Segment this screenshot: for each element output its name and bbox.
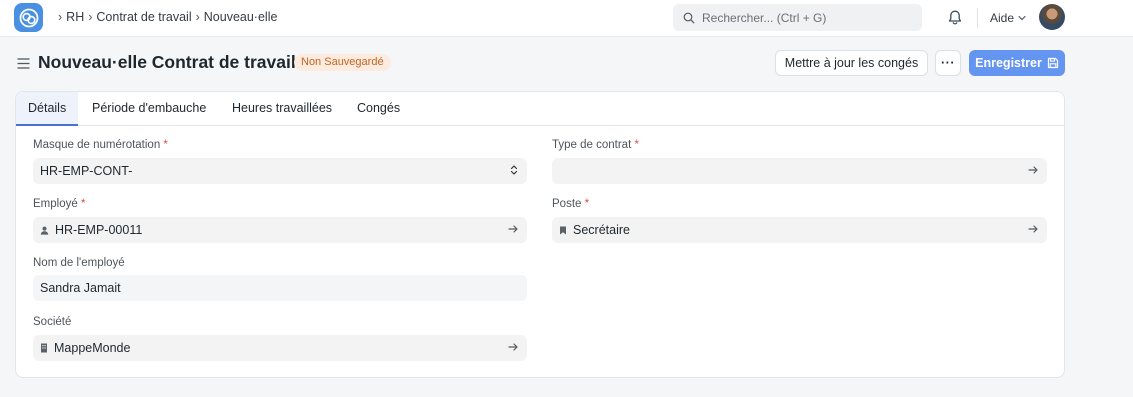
chevron-down-icon <box>1018 15 1026 21</box>
designation-link-field[interactable]: Secrétaire <box>552 217 1047 243</box>
required-marker: * <box>163 139 168 151</box>
naming-series-select[interactable]: HR-EMP-CONT- <box>33 158 527 184</box>
company-label: Société <box>33 316 72 328</box>
arrow-right-icon[interactable] <box>1028 224 1038 234</box>
select-updown-icon <box>510 165 518 175</box>
employee-label-text: Employé <box>33 198 78 210</box>
form-card: Détails Période d'embauche Heures travai… <box>15 91 1065 378</box>
save-button[interactable]: Enregistrer <box>969 50 1065 76</box>
search-input[interactable] <box>702 10 902 25</box>
search-bar[interactable] <box>673 4 922 31</box>
building-icon <box>40 343 48 353</box>
tab-periode-embauche[interactable]: Période d'embauche <box>80 92 218 126</box>
help-label: Aide <box>990 11 1015 25</box>
designation-value: Secrétaire <box>573 223 630 237</box>
navbar-divider <box>977 8 978 28</box>
required-marker: * <box>634 139 639 151</box>
arrow-right-icon[interactable] <box>1028 165 1038 175</box>
company-value: MappeMonde <box>54 341 131 355</box>
bookmark-icon <box>559 226 567 235</box>
designation-label-text: Poste <box>552 198 582 210</box>
naming-series-value: HR-EMP-CONT- <box>40 164 133 178</box>
page-header: Nouveau·elle Contrat de travail Non Sauv… <box>0 44 1133 82</box>
employee-name-label: Nom de l'employé <box>33 257 125 269</box>
notifications-bell-icon[interactable] <box>947 9 963 29</box>
chevron-right-icon: › <box>88 10 93 24</box>
update-leaves-button[interactable]: Mettre à jour les congés <box>775 50 928 76</box>
top-navbar: › RH › Contrat de travail › Nouveau·elle… <box>0 0 1133 37</box>
floppy-disk-icon <box>1047 57 1058 69</box>
user-icon <box>40 226 49 235</box>
sidebar-toggle-icon[interactable] <box>17 57 30 72</box>
status-badge: Non Sauvegardé <box>294 54 391 71</box>
save-button-label: Enregistrer <box>975 56 1042 70</box>
page-title: Nouveau·elle Contrat de travail <box>38 52 296 72</box>
contract-type-label-text: Type de contrat <box>552 139 632 151</box>
employee-label: Employé * <box>33 198 85 210</box>
tab-details[interactable]: Détails <box>16 92 79 126</box>
company-link-field[interactable]: MappeMonde <box>33 335 527 361</box>
naming-series-label-text: Masque de numérotation <box>33 139 161 151</box>
arrow-right-icon[interactable] <box>508 224 518 234</box>
chevron-right-icon: › <box>195 10 200 24</box>
tab-conges[interactable]: Congés <box>345 92 412 126</box>
breadcrumb-current: Nouveau·elle <box>203 10 278 24</box>
contract-type-field[interactable] <box>552 158 1047 184</box>
help-dropdown[interactable]: Aide <box>990 11 1026 25</box>
tab-heures-travaillees[interactable]: Heures travaillées <box>220 92 344 126</box>
arrow-right-icon[interactable] <box>508 342 518 352</box>
app-logo[interactable] <box>14 3 43 32</box>
required-marker: * <box>584 198 590 210</box>
search-icon <box>683 12 695 23</box>
employee-link-field[interactable]: HR-EMP-00011 <box>33 217 527 243</box>
employee-value: HR-EMP-00011 <box>55 223 143 237</box>
breadcrumb-contrat-de-travail[interactable]: Contrat de travail <box>96 10 191 24</box>
logo-icon <box>19 8 38 27</box>
breadcrumb-rh[interactable]: RH <box>66 10 84 24</box>
employee-name-field: Sandra Jamait <box>33 275 527 301</box>
naming-series-label: Masque de numérotation * <box>33 139 168 151</box>
form-tabs: Détails Période d'embauche Heures travai… <box>16 92 1064 126</box>
user-avatar[interactable] <box>1039 4 1065 30</box>
more-actions-button[interactable]: ··· <box>935 50 961 76</box>
designation-label: Poste * <box>552 198 589 210</box>
employee-name-value: Sandra Jamait <box>40 281 121 295</box>
contract-type-label: Type de contrat * <box>552 139 639 151</box>
required-marker: * <box>80 198 86 210</box>
chevron-right-icon: › <box>58 10 63 24</box>
breadcrumb: › RH › Contrat de travail › Nouveau·elle <box>54 10 277 24</box>
